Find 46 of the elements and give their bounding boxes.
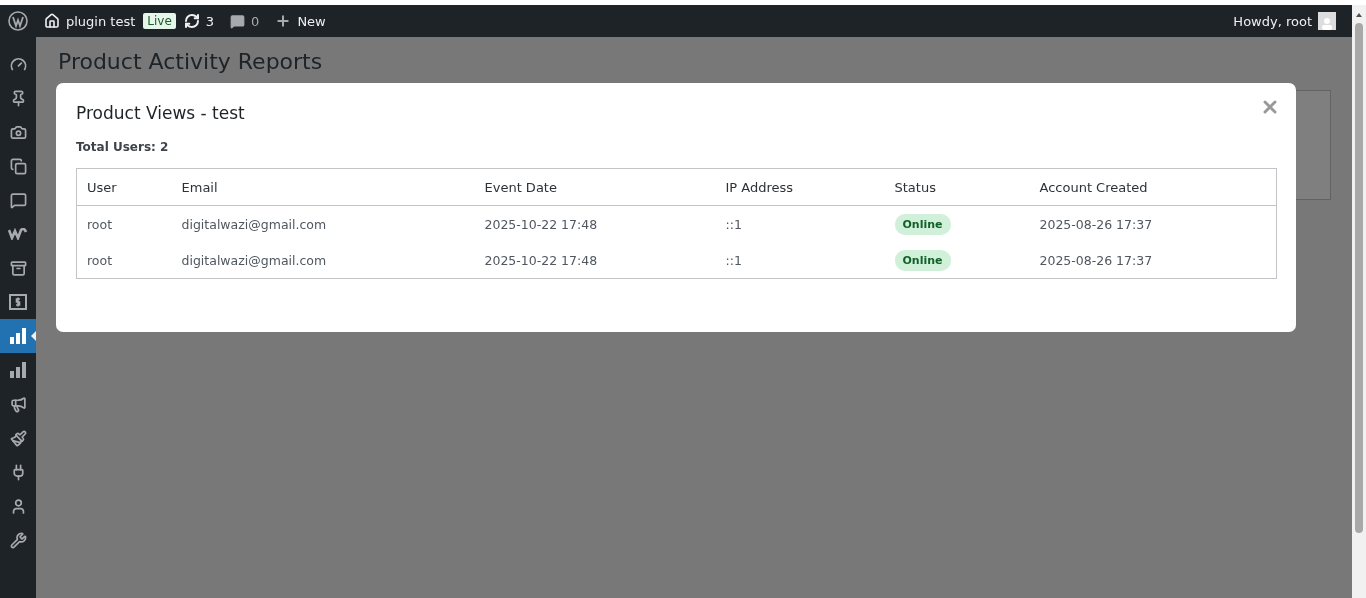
account-link[interactable]: Howdy, root bbox=[1225, 5, 1344, 37]
column-header: Account Created bbox=[1029, 168, 1277, 206]
menu-item[interactable] bbox=[0, 319, 36, 353]
gauge-icon bbox=[9, 55, 27, 73]
table-cell: root bbox=[76, 205, 172, 242]
table-cell: 2025-10-22 17:48 bbox=[474, 205, 716, 242]
column-header: Event Date bbox=[474, 168, 716, 206]
scrollbar[interactable] bbox=[1352, 5, 1366, 598]
new-link[interactable]: New bbox=[267, 5, 334, 37]
pages-icon bbox=[9, 157, 27, 175]
comment-icon bbox=[230, 13, 246, 29]
camera-icon bbox=[9, 123, 27, 141]
live-badge: Live bbox=[143, 13, 176, 29]
megaphone-icon bbox=[9, 395, 27, 413]
column-header: IP Address bbox=[715, 168, 885, 206]
table-cell: ::1 bbox=[715, 205, 885, 242]
site-name-link[interactable]: plugin test bbox=[36, 5, 144, 37]
table-cell: ::1 bbox=[715, 242, 885, 279]
dollar-icon bbox=[9, 294, 27, 310]
total-users-text: Total Users: 2 bbox=[76, 140, 170, 154]
table-cell: digitalwazi@gmail.com bbox=[171, 242, 475, 279]
brush-icon bbox=[9, 429, 27, 447]
table-cell: digitalwazi@gmail.com bbox=[171, 205, 475, 242]
avatar-icon bbox=[1318, 12, 1336, 30]
wordpress-logo-icon[interactable] bbox=[8, 11, 28, 31]
table-cell: 2025-08-26 17:37 bbox=[1029, 205, 1277, 242]
bar-chart-icon bbox=[9, 328, 27, 344]
table-cell: root bbox=[76, 242, 172, 279]
wrench-icon bbox=[9, 531, 27, 549]
status-badge: Online bbox=[894, 249, 951, 271]
modal-title: Product Views - test bbox=[76, 103, 245, 123]
archive-icon bbox=[9, 259, 27, 277]
updates-link[interactable]: 3 bbox=[175, 5, 223, 37]
comment-icon bbox=[9, 191, 27, 209]
bar-chart-icon bbox=[9, 362, 27, 378]
column-header: Status bbox=[884, 168, 1030, 206]
zigzag-icon bbox=[8, 228, 28, 240]
home-icon bbox=[44, 13, 60, 29]
column-header: User bbox=[76, 168, 172, 206]
page-title: Product Activity Reports bbox=[58, 49, 323, 74]
status-badge: Online bbox=[894, 213, 951, 235]
column-header: Email bbox=[171, 168, 475, 206]
comments-link[interactable]: 0 bbox=[222, 5, 268, 37]
table-cell: 2025-10-22 17:48 bbox=[474, 242, 716, 279]
updates-icon bbox=[183, 13, 200, 29]
table-cell: 2025-08-26 17:37 bbox=[1029, 242, 1277, 279]
